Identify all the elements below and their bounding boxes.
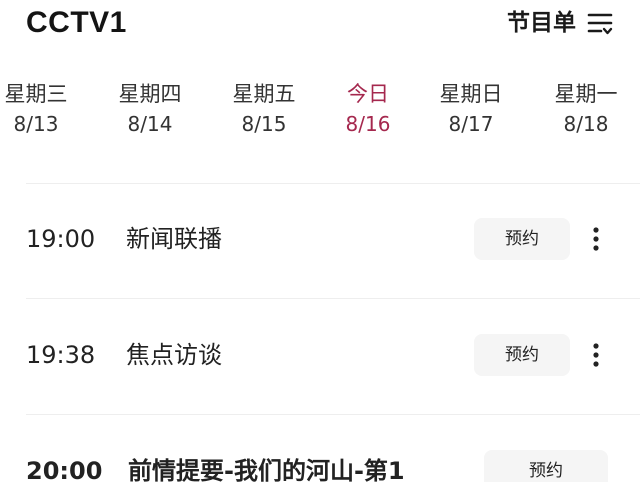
date-tab-weekday: 星期五 xyxy=(232,82,296,106)
more-vertical-icon xyxy=(593,343,599,367)
schedule-label: 节目单 xyxy=(507,10,576,36)
date-tab-0[interactable]: 星期三 8/13 xyxy=(0,78,88,138)
date-tab-date: 8/14 xyxy=(127,112,173,136)
program-time: 19:38 xyxy=(26,341,96,369)
program-title: 新闻联播 xyxy=(126,225,222,253)
date-tab-4[interactable]: 星期日 8/17 xyxy=(419,78,523,138)
divider xyxy=(26,183,640,184)
date-tab-3[interactable]: 今日 8/16 xyxy=(316,78,420,138)
program-title: 前情提要-我们的河山-第1 xyxy=(128,457,405,482)
date-tab-1[interactable]: 星期四 8/14 xyxy=(98,78,202,138)
more-options-button[interactable] xyxy=(578,334,614,376)
date-tab-weekday: 星期一 xyxy=(554,82,618,106)
date-tabs: 星期三 8/13 星期四 8/14 星期五 8/15 今日 8/16 星期日 8… xyxy=(0,78,640,148)
program-row[interactable]: 19:00 新闻联播 预约 xyxy=(0,208,640,270)
program-title: 焦点访谈 xyxy=(126,341,222,369)
reserve-button[interactable]: 预约 xyxy=(474,218,570,260)
divider xyxy=(26,414,640,415)
program-time: 19:00 xyxy=(26,225,96,253)
date-tab-weekday: 星期三 xyxy=(4,82,68,106)
date-tab-date: 8/13 xyxy=(13,112,59,136)
reserve-button[interactable]: 预约 xyxy=(484,450,608,482)
more-vertical-icon xyxy=(593,227,599,251)
date-tab-2[interactable]: 星期五 8/15 xyxy=(212,78,316,138)
date-tab-date: 8/16 xyxy=(345,112,391,136)
date-tab-weekday: 今日 xyxy=(347,82,389,106)
program-time: 20:00 xyxy=(26,457,103,482)
channel-title: CCTV1 xyxy=(26,6,127,39)
date-tab-date: 8/18 xyxy=(563,112,609,136)
header: CCTV1 节目单 xyxy=(0,0,640,48)
date-tab-weekday: 星期日 xyxy=(439,82,503,106)
date-tab-5[interactable]: 星期一 8/18 xyxy=(534,78,638,138)
reserve-button[interactable]: 预约 xyxy=(474,334,570,376)
divider xyxy=(26,298,640,299)
schedule-menu-button[interactable]: 节目单 xyxy=(507,4,614,42)
date-tab-date: 8/15 xyxy=(241,112,287,136)
more-options-button[interactable] xyxy=(578,218,614,260)
menu-sort-icon xyxy=(587,13,613,35)
program-row[interactable]: 20:00 前情提要-我们的河山-第1 预约 xyxy=(0,440,640,482)
program-row[interactable]: 19:38 焦点访谈 预约 xyxy=(0,324,640,386)
date-tab-date: 8/17 xyxy=(448,112,494,136)
tv-schedule-page: CCTV1 节目单 星期三 8/13 星期四 8/14 星期五 8/15 今日 … xyxy=(0,0,640,482)
date-tab-weekday: 星期四 xyxy=(118,82,182,106)
